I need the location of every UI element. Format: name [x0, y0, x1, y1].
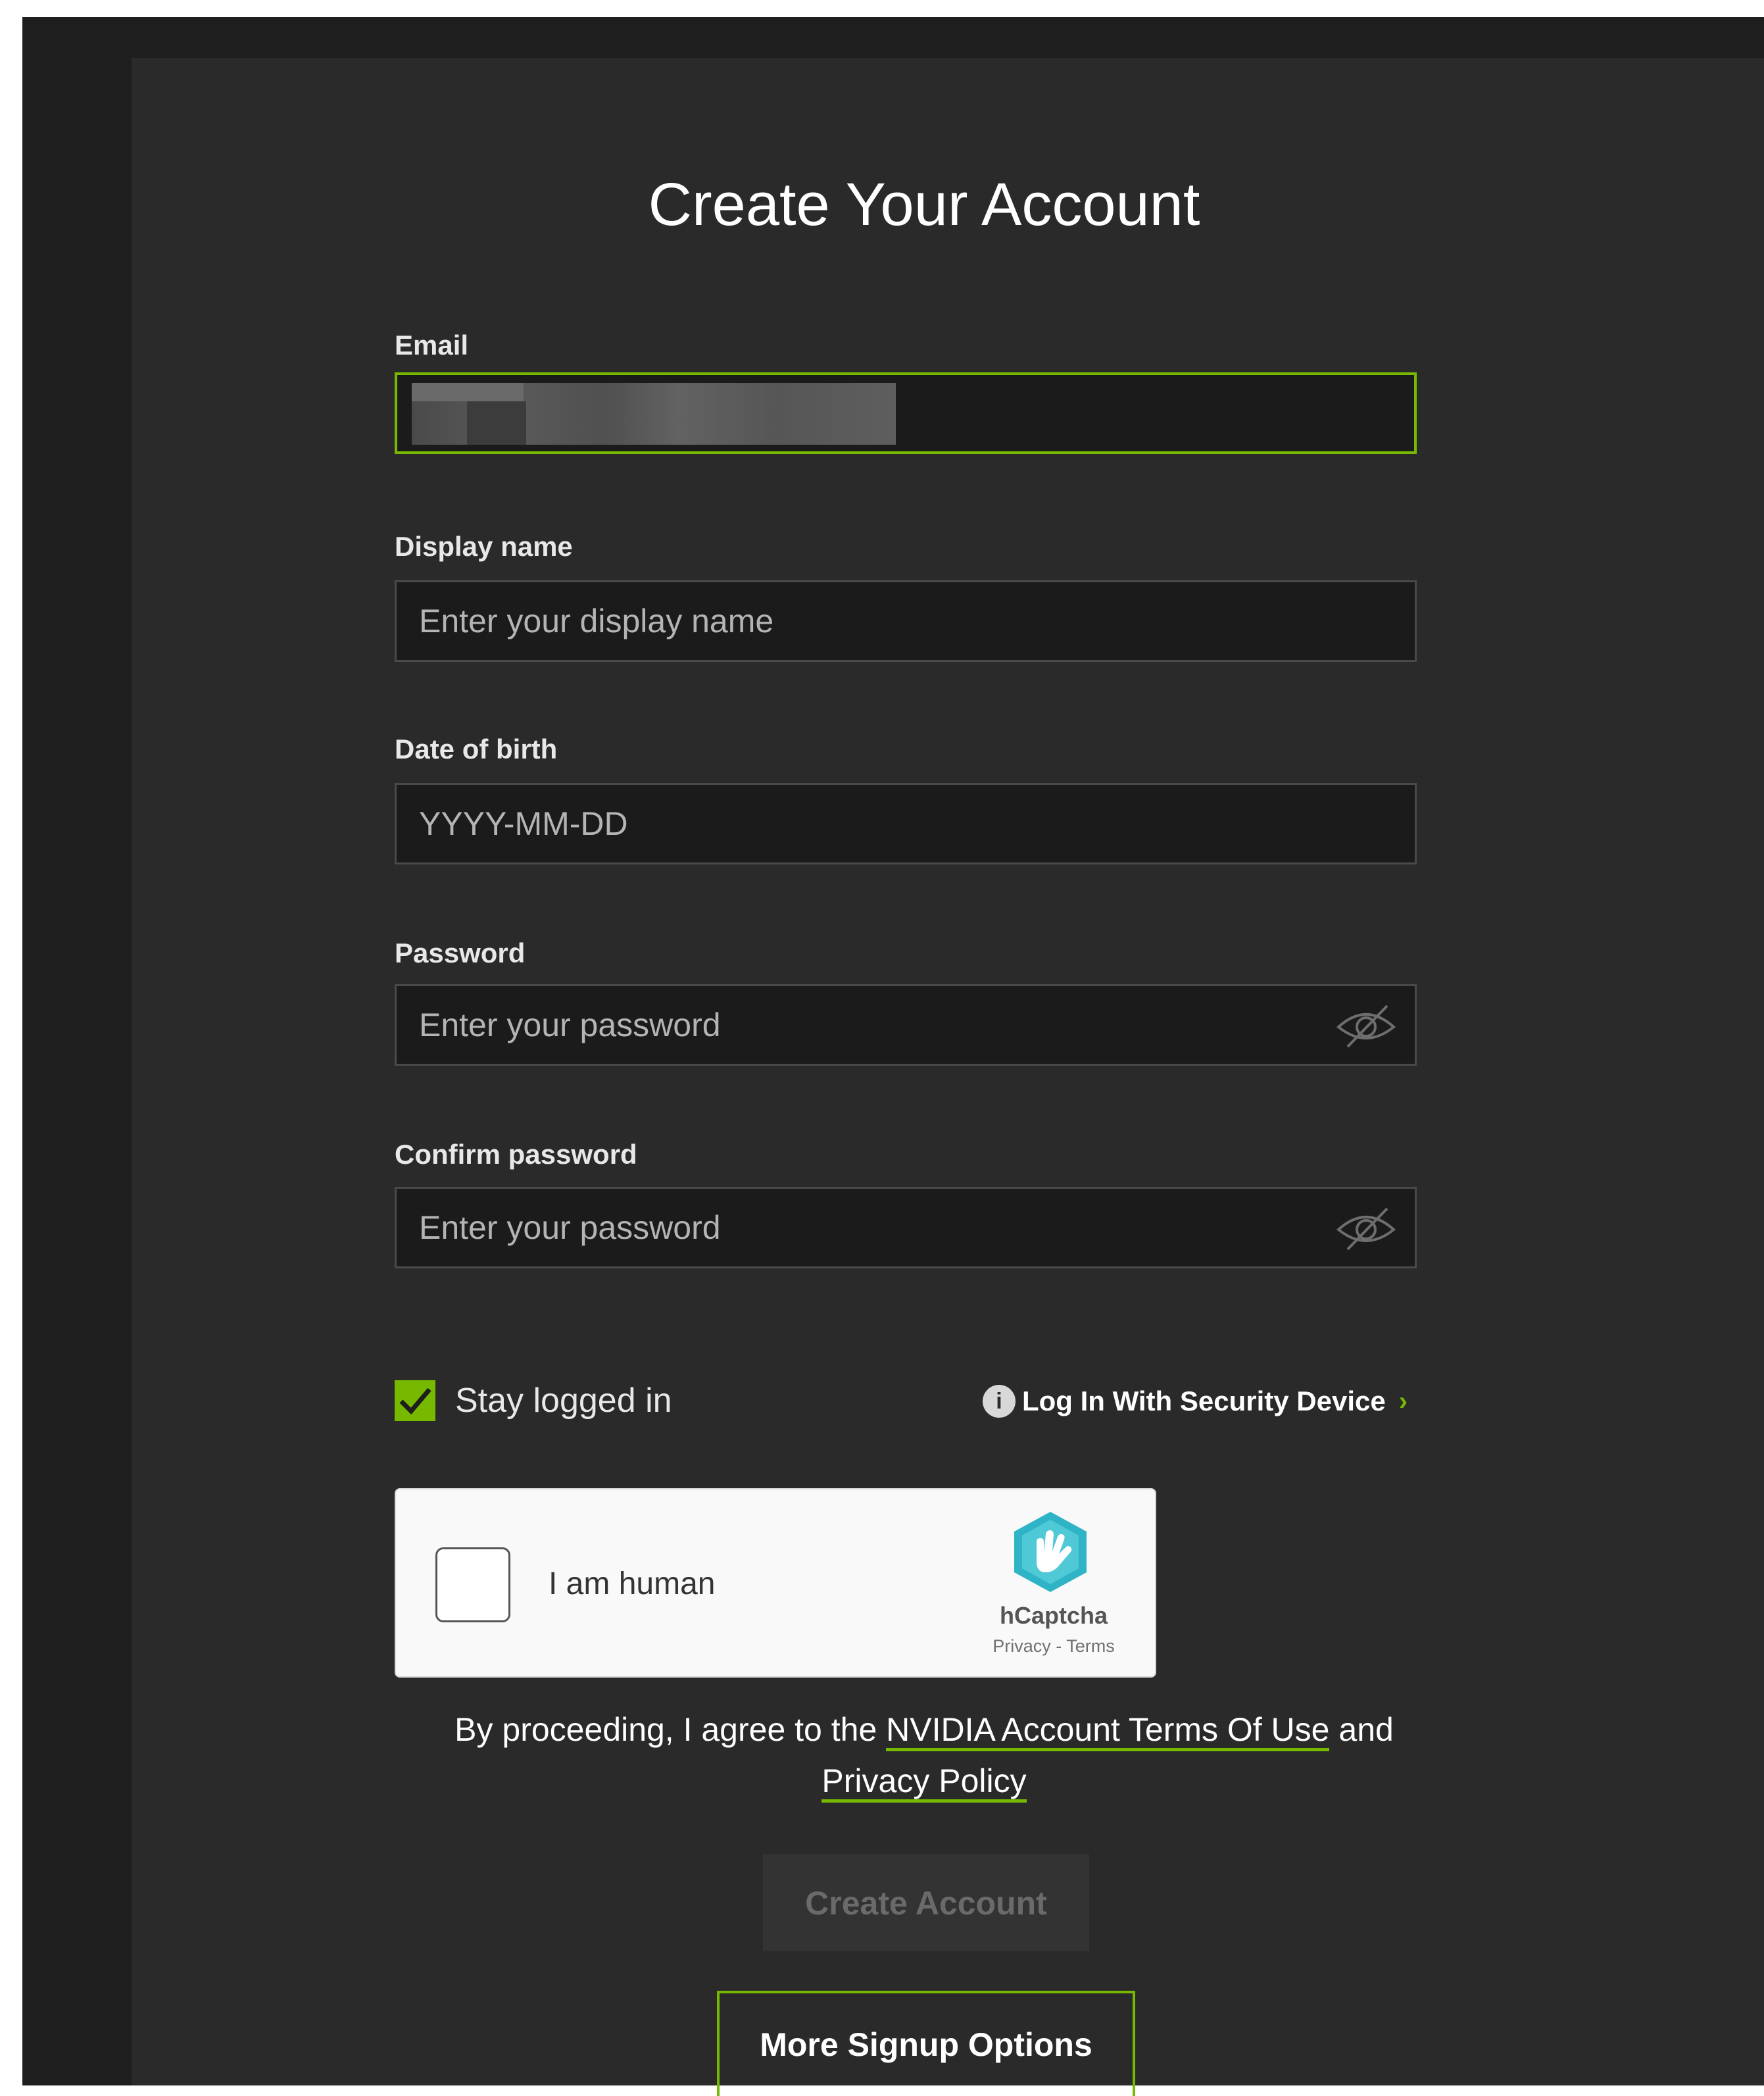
hcaptcha-logo-icon — [1014, 1512, 1087, 1592]
security-device-label: Log In With Security Device — [1022, 1385, 1386, 1416]
confirm-password-field-wrapper — [395, 1187, 1417, 1268]
confirm-password-input[interactable] — [397, 1189, 1415, 1266]
info-icon: i — [983, 1385, 1016, 1418]
page-title: Create Your Account — [648, 171, 1200, 238]
create-account-button[interactable]: Create Account — [763, 1854, 1089, 1951]
hcaptcha-privacy-terms-links[interactable]: Privacy - Terms — [948, 1635, 1159, 1657]
more-signup-options-button[interactable]: More Signup Options — [717, 1991, 1135, 2096]
log-in-with-security-device-link[interactable]: i Log In With Security Device › — [983, 1383, 1408, 1420]
date-of-birth-label: Date of birth — [395, 734, 558, 764]
password-field-wrapper — [395, 984, 1417, 1066]
password-label: Password — [395, 937, 526, 968]
agreement-prefix: By proceeding, I agree to the — [454, 1711, 877, 1748]
stay-logged-in-label[interactable]: Stay logged in — [455, 1379, 672, 1422]
chevron-right-icon: › — [1398, 1386, 1408, 1416]
checkmark-icon — [399, 1387, 431, 1415]
captcha-checkbox[interactable] — [435, 1547, 510, 1622]
eye-slash-icon[interactable] — [1335, 1203, 1398, 1253]
confirm-password-label: Confirm password — [395, 1139, 637, 1170]
hcaptcha-brand: hCaptcha — [999, 1602, 1108, 1629]
password-input[interactable] — [397, 986, 1415, 1064]
display-name-input[interactable] — [397, 582, 1415, 660]
captcha-label: I am human — [549, 1566, 716, 1601]
agreement-conjunction: and — [1338, 1711, 1394, 1748]
stay-logged-in-checkbox[interactable] — [395, 1380, 435, 1421]
date-of-birth-input[interactable] — [397, 785, 1415, 862]
email-label: Email — [395, 330, 469, 361]
redacted-email-value — [412, 383, 896, 445]
terms-of-use-link[interactable]: NVIDIA Account Terms Of Use — [886, 1711, 1330, 1751]
eye-slash-icon[interactable] — [1335, 1001, 1398, 1051]
display-name-field-wrapper — [395, 580, 1417, 662]
date-of-birth-field-wrapper — [395, 783, 1417, 864]
privacy-policy-link[interactable]: Privacy Policy — [821, 1762, 1027, 1803]
display-name-label: Display name — [395, 531, 573, 562]
hcaptcha-widget: I am human hCaptcha Privacy - Terms — [395, 1488, 1156, 1678]
email-field-wrapper — [395, 372, 1417, 454]
terms-agreement: By proceeding, I agree to the NVIDIA Acc… — [368, 1704, 1480, 1807]
